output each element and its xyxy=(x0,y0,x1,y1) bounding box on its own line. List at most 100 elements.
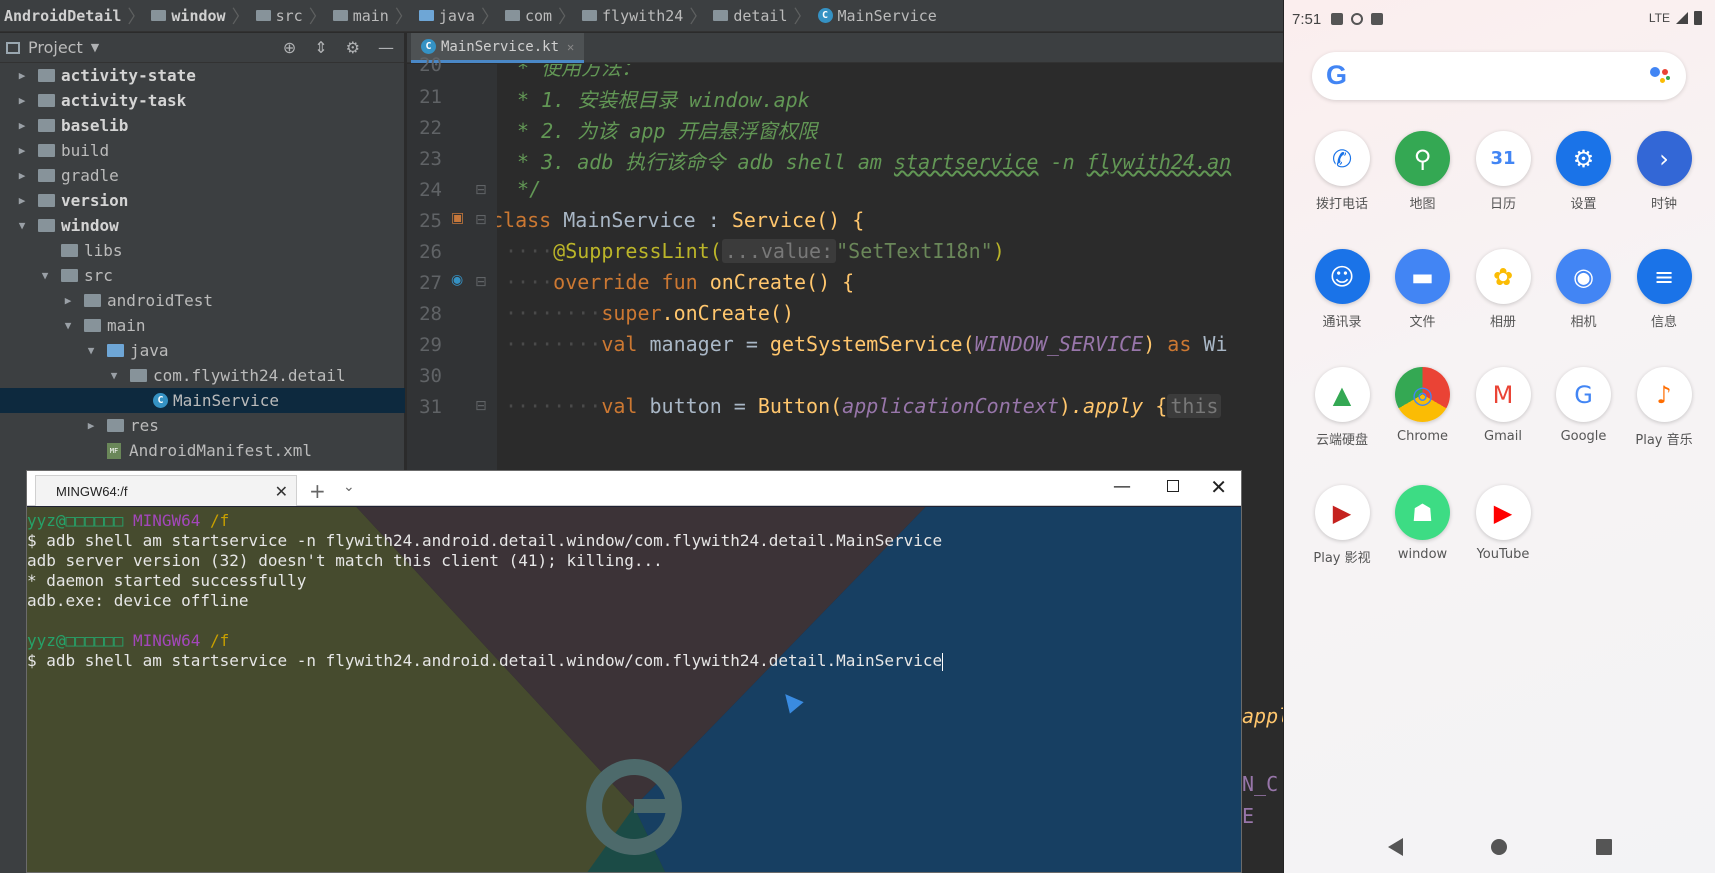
terminal-tab[interactable]: MINGW64:/f ✕ xyxy=(35,475,297,506)
fold-icon[interactable]: ⊟ xyxy=(475,398,487,414)
minimize-icon[interactable]: — xyxy=(1113,476,1131,497)
maximize-icon[interactable] xyxy=(1167,480,1179,492)
app-phone[interactable]: ✆ 拨打电话 xyxy=(1302,131,1382,212)
breadcrumb-item-mainservice[interactable]: C MainService xyxy=(817,7,937,25)
app-youtube[interactable]: ▶ YouTube xyxy=(1463,485,1543,562)
app-camera[interactable]: ◉ 相机 xyxy=(1544,249,1624,330)
line-number: 28 xyxy=(419,303,442,325)
breadcrumb-item-main[interactable]: main xyxy=(332,7,389,25)
app-label: 时钟 xyxy=(1650,197,1677,212)
breadcrumb-item-src[interactable]: src xyxy=(255,7,303,25)
folder-icon xyxy=(38,144,55,157)
app-files[interactable]: ▬ 文件 xyxy=(1383,249,1463,330)
chevron-down-icon[interactable]: ▼ xyxy=(39,269,51,282)
app-play-music[interactable]: ♪ Play 音乐 xyxy=(1624,367,1704,448)
implement-marker-icon[interactable]: ▣ xyxy=(451,210,464,226)
tree-item[interactable]: C MainService xyxy=(0,388,405,413)
breadcrumb-item-com[interactable]: com xyxy=(504,7,552,25)
breadcrumb-item-detail[interactable]: detail xyxy=(713,7,788,25)
tree-item[interactable]: ▶ androidTest xyxy=(0,288,405,313)
gear-icon[interactable]: ⚙ xyxy=(346,38,360,57)
app-messages[interactable]: ≡ 信息 xyxy=(1624,249,1704,330)
tree-item[interactable]: ▶ gradle xyxy=(0,163,405,188)
app-calendar[interactable]: 31 日历 xyxy=(1463,131,1543,212)
breadcrumb-item-java[interactable]: java xyxy=(418,7,475,25)
chevron-right-icon[interactable]: ▶ xyxy=(85,419,97,432)
app-maps[interactable]: ⚲ 地图 xyxy=(1383,131,1463,212)
app-label: Google xyxy=(1560,429,1607,444)
app-play-movies[interactable]: ▶ Play 影视 xyxy=(1302,485,1382,566)
chevron-down-icon[interactable]: ▼ xyxy=(85,344,97,357)
override-marker-icon[interactable]: ◉ xyxy=(451,272,463,288)
fold-icon[interactable]: ⊟ xyxy=(475,182,487,198)
collapse-all-icon[interactable]: ⇕ xyxy=(314,38,327,57)
chevron-right-icon[interactable]: ▶ xyxy=(16,119,28,132)
app-google[interactable]: G Google xyxy=(1544,367,1624,444)
locate-icon[interactable]: ⊕ xyxy=(283,38,296,57)
tree-item[interactable]: libs xyxy=(0,238,405,263)
app-drive[interactable]: ▲ 云端硬盘 xyxy=(1302,367,1382,448)
breadcrumb-item-flywith24[interactable]: flywith24 xyxy=(582,7,683,25)
tree-item[interactable]: ▼ src xyxy=(0,263,405,288)
tree-item[interactable]: ▶ build xyxy=(0,138,405,163)
tree-item[interactable]: ▼ main xyxy=(0,313,405,338)
chevron-down-icon[interactable]: ▼ xyxy=(62,319,74,332)
close-icon[interactable]: ✕ xyxy=(275,482,288,502)
app-clock[interactable]: › 时钟 xyxy=(1624,131,1704,212)
app-contacts[interactable]: ☺ 通讯录 xyxy=(1302,249,1382,330)
chevron-down-icon[interactable]: ▼ xyxy=(91,41,99,54)
chevron-right-icon[interactable]: ▶ xyxy=(16,94,28,107)
chevron-right-icon[interactable]: ▶ xyxy=(16,169,28,182)
recents-icon[interactable] xyxy=(1595,838,1612,855)
google-search-bar[interactable]: G xyxy=(1312,52,1686,100)
close-icon[interactable]: ✕ xyxy=(1210,475,1227,499)
home-icon[interactable] xyxy=(1491,838,1508,855)
fold-icon[interactable]: ⊟ xyxy=(475,274,487,290)
code-token: startservice xyxy=(893,150,1039,174)
new-tab-icon[interactable]: + xyxy=(309,479,326,503)
tree-item-label: activity-task xyxy=(61,91,187,110)
chevron-down-icon[interactable]: ⌄ xyxy=(343,479,355,495)
breadcrumb-item-root[interactable]: AndroidDetail xyxy=(4,7,121,25)
project-panel-title[interactable]: Project xyxy=(28,38,83,57)
app-label: 信息 xyxy=(1650,315,1677,330)
tree-item[interactable]: ▼ java xyxy=(0,338,405,363)
chevron-down-icon[interactable]: ▼ xyxy=(16,219,28,232)
chevron-right-icon[interactable]: ▶ xyxy=(16,69,28,82)
chevron-right-icon[interactable]: ▶ xyxy=(16,144,28,157)
app-photos[interactable]: ✿ 相册 xyxy=(1463,249,1543,330)
tree-item[interactable]: ▼ com.flywith24.detail xyxy=(0,363,405,388)
breadcrumb-separator: 〉 xyxy=(689,6,708,28)
tree-item[interactable]: ▶ baselib xyxy=(0,113,405,138)
fold-icon[interactable]: ⊟ xyxy=(475,212,487,228)
terminal-line: $ adb shell am startservice -n flywith24… xyxy=(27,651,1241,671)
code-token: getSystemService xyxy=(769,332,963,356)
tree-item-label: java xyxy=(130,341,169,360)
app-gmail[interactable]: M Gmail xyxy=(1463,367,1543,444)
tree-item[interactable]: ▶ version xyxy=(0,188,405,213)
code-line-31: ········val button = Button(applicationC… xyxy=(505,394,1222,418)
terminal-output[interactable]: yyz@□□□□□□ MINGW64 /f $ adb shell am star… xyxy=(27,511,1241,671)
code-token: flywith24.an xyxy=(1086,150,1232,174)
chevron-right-icon[interactable]: ▶ xyxy=(16,194,28,207)
tree-item-label: com.flywith24.detail xyxy=(153,366,346,385)
app-chrome[interactable]: ◎ Chrome xyxy=(1383,367,1463,444)
tree-item[interactable]: MF AndroidManifest.xml xyxy=(0,438,405,463)
close-icon[interactable]: ✕ xyxy=(567,40,574,54)
tree-item[interactable]: ▶ res xyxy=(0,413,405,438)
folder-icon xyxy=(84,319,101,332)
breadcrumb-item-window[interactable]: window xyxy=(151,7,226,25)
code-line-24: */ xyxy=(505,177,542,201)
hide-icon[interactable]: — xyxy=(378,38,394,57)
app-android[interactable]: ☗ window xyxy=(1383,485,1463,562)
back-icon[interactable] xyxy=(1388,837,1404,856)
folder-icon xyxy=(61,269,78,282)
folder-icon xyxy=(38,69,55,82)
app-settings[interactable]: ⚙ 设置 xyxy=(1544,131,1624,212)
assistant-icon[interactable] xyxy=(1650,67,1672,85)
tree-item[interactable]: ▼ window xyxy=(0,213,405,238)
tree-item[interactable]: ▶ activity-task xyxy=(0,88,405,113)
chevron-right-icon[interactable]: ▶ xyxy=(62,294,74,307)
chevron-down-icon[interactable]: ▼ xyxy=(108,369,120,382)
tree-item[interactable]: ▶ activity-state xyxy=(0,63,405,88)
